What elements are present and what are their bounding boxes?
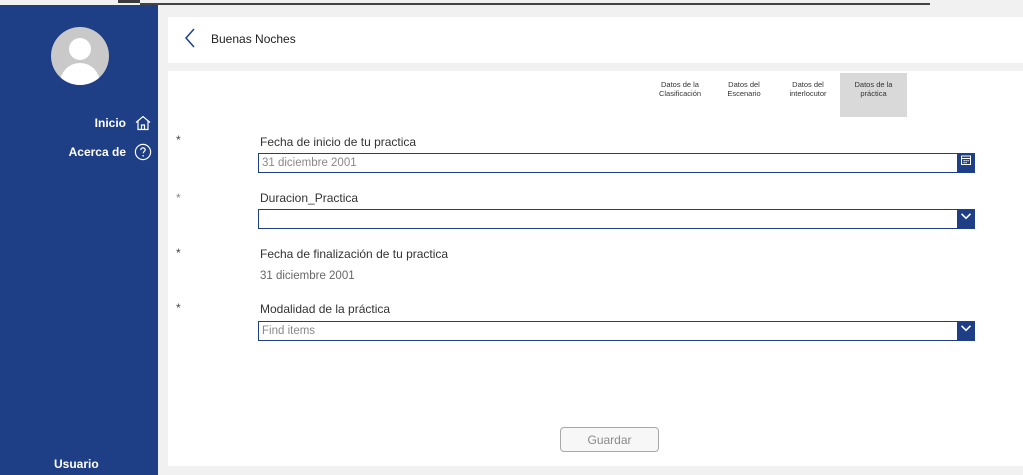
modalidad-placeholder: Find items — [262, 325, 316, 337]
fecha-inicio-field[interactable]: 31 diciembre 2001 — [258, 153, 975, 173]
required-marker: * — [176, 301, 181, 315]
help-circle-icon — [134, 143, 152, 161]
tab-escenario[interactable]: Datos del Escenario — [712, 73, 776, 117]
fecha-inicio-label: Fecha de inicio de tu practica — [260, 135, 417, 149]
calendar-button[interactable] — [957, 153, 975, 173]
tab-label-line2: interlocutor — [789, 88, 827, 98]
avatar-head — [69, 38, 91, 60]
home-icon — [134, 114, 152, 132]
chevron-left-icon — [183, 27, 197, 54]
top-divider — [140, 3, 930, 5]
tab-interlocutor[interactable]: Datos del interlocutor — [776, 73, 840, 117]
page-title: Buenas Noches — [211, 32, 296, 46]
tab-label-line2: Clasificación — [658, 88, 702, 98]
fecha-fin-value: 31 diciembre 2001 — [260, 270, 355, 282]
nav-item-inicio[interactable]: Inicio — [95, 112, 152, 134]
top-mark — [118, 0, 140, 3]
required-marker: * — [176, 191, 181, 205]
calendar-icon — [960, 154, 972, 172]
tab-clasificacion[interactable]: Datos de la Clasificación — [648, 73, 712, 117]
tab-label-line2: Escenario — [727, 88, 761, 98]
duracion-dropdown-button[interactable] — [957, 209, 975, 229]
sidebar: Inicio Acerca de Usuario — [0, 5, 158, 475]
fecha-inicio-value: 31 diciembre 2001 — [262, 157, 357, 169]
back-button[interactable] — [178, 27, 202, 53]
modalidad-dropdown-button[interactable] — [957, 321, 975, 341]
chevron-down-icon — [960, 210, 972, 228]
nav-item-label: Inicio — [94, 116, 126, 130]
user-label: Usuario — [54, 457, 99, 471]
modalidad-combobox[interactable]: Find items — [258, 321, 975, 341]
avatar-body — [60, 63, 100, 85]
duracion-label: Duracion_Practica — [260, 191, 359, 205]
chevron-down-icon — [960, 322, 972, 340]
modalidad-label: Modalidad de la práctica — [260, 302, 391, 316]
nav-item-label: Acerca de — [68, 145, 126, 159]
nav-item-acerca[interactable]: Acerca de — [69, 141, 152, 163]
header-bar: Buenas Noches — [168, 17, 1023, 63]
tab-practica[interactable]: Datos de la práctica — [840, 73, 907, 117]
tab-bar: Datos de la Clasificación Datos del Esce… — [648, 73, 907, 117]
tab-label-line2: práctica — [860, 88, 887, 98]
duracion-dropdown[interactable] — [258, 209, 975, 229]
avatar[interactable] — [51, 27, 109, 85]
required-marker: * — [176, 246, 181, 260]
fecha-fin-label: Fecha de finalización de tu practica — [260, 247, 449, 261]
save-button[interactable]: Guardar — [560, 427, 659, 452]
form-card: Datos de la Clasificación Datos del Esce… — [168, 71, 1023, 466]
required-marker: * — [176, 133, 181, 147]
